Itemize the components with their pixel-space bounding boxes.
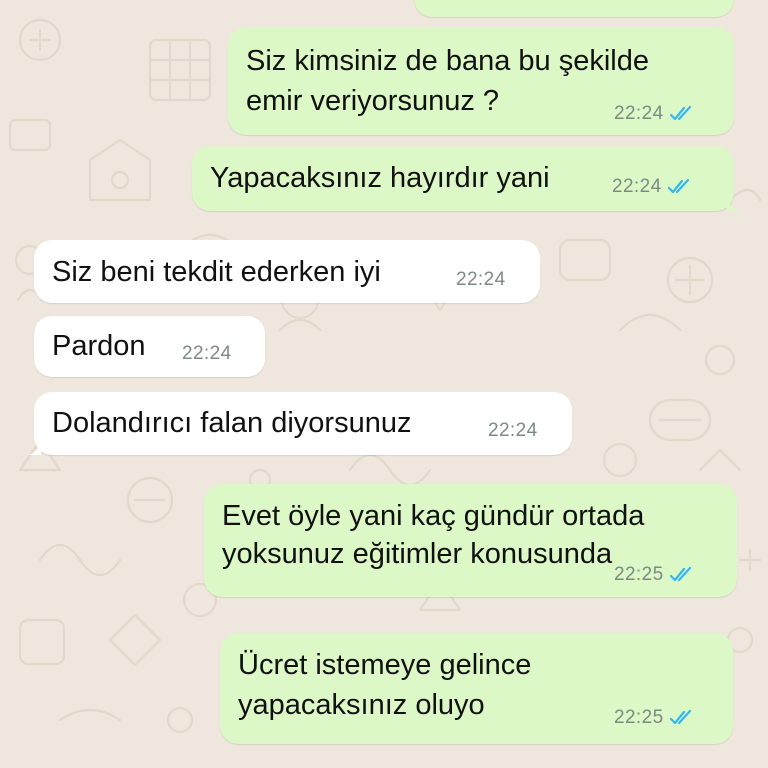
message-timestamp: 22:24 — [456, 269, 506, 290]
message-timestamp: 22:24 — [614, 103, 664, 124]
message-text: Pardon — [52, 330, 146, 362]
message-timestamp: 22:24 — [488, 420, 538, 441]
double-check-icon — [667, 179, 689, 194]
message-meta: 22:24 — [612, 176, 694, 198]
message-bubble-outgoing[interactable]: Siz kimsiniz de bana bu şekilde emir veri… — [228, 27, 734, 135]
message-timestamp: 22:25 — [614, 707, 664, 728]
message-bubble-outgoing[interactable]: Yapacaksınız hayırdır yani 22:24 — [192, 146, 741, 211]
message-text: Dolandırıcı falan diyorsunuz — [52, 407, 412, 439]
message-timestamp: 22:24 — [612, 176, 662, 197]
message-text: yoksunuz eğitimler konusunda — [222, 538, 613, 570]
message-meta: 22:24 — [456, 269, 506, 291]
message-meta: 22:24 — [614, 103, 696, 125]
bubble-tail — [727, 197, 741, 211]
message-text: Siz kimsiniz de bana bu şekilde — [246, 45, 649, 77]
message-timestamp: 22:25 — [614, 564, 664, 585]
message-bubble-outgoing[interactable]: Ücret istemeye gelince yapacaksınız oluyo… — [220, 633, 733, 744]
message-meta: 22:24 — [488, 420, 538, 442]
message-meta: 22:25 — [614, 564, 696, 586]
double-check-icon — [669, 567, 691, 582]
message-text: yapacaksınız oluyo — [238, 689, 485, 721]
message-text: Siz beni tekdit ederken iyi — [52, 256, 381, 288]
message-text: Yapacaksınız hayırdır yani — [210, 162, 550, 194]
message-bubble-incoming[interactable]: Dolandırıcı falan diyorsunuz 22:24 — [27, 392, 572, 455]
bubble-tail — [27, 441, 41, 455]
message-bubble-outgoing[interactable]: Evet öyle yani kaç gündür ortada yoksunuz… — [204, 484, 737, 597]
message-text: Evet öyle yani kaç gündür ortada — [222, 500, 645, 532]
double-check-icon — [669, 710, 691, 725]
message-text: emir veriyorsunuz ? — [246, 85, 500, 117]
message-text: Ücret istemeye gelince — [238, 649, 532, 681]
message-bubble-outgoing-partial[interactable] — [414, 0, 734, 17]
message-list: Siz kimsiniz de bana bu şekilde emir veri… — [0, 0, 768, 768]
double-check-icon — [669, 106, 691, 121]
message-meta: 22:24 — [182, 343, 232, 365]
message-bubble-incoming[interactable]: Siz beni tekdit ederken iyi 22:24 — [34, 240, 540, 303]
message-timestamp: 22:24 — [182, 343, 232, 364]
message-bubble-incoming[interactable]: Pardon 22:24 — [34, 316, 265, 377]
message-meta: 22:25 — [614, 707, 696, 729]
